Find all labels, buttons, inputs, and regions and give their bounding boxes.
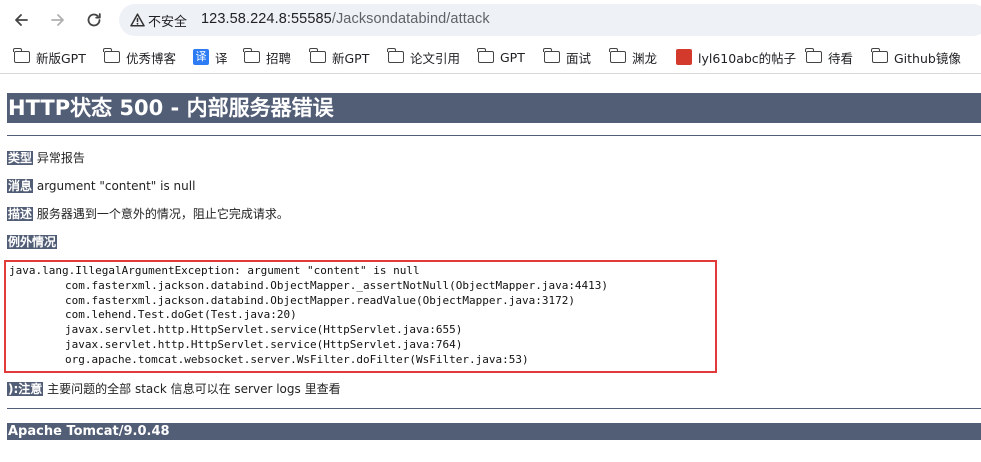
message-row: 消息 argument "content" is null	[7, 178, 195, 194]
type-value: 异常报告	[36, 151, 85, 165]
note-value: 主要问题的全部 stack 信息可以在 server logs 里查看	[47, 382, 341, 396]
stack-frame: javax.servlet.http.HttpServlet.service(H…	[65, 337, 463, 351]
bookmark-label: 译	[215, 50, 228, 66]
bookmarks-bar: 新版GPT 优秀博客 译译 招聘 新GPT 论文引用 GPT 面试 渊龙 lyl…	[0, 41, 981, 73]
stack-frame: com.fasterxml.jackson.databind.ObjectMap…	[65, 278, 609, 292]
divider	[7, 408, 981, 409]
bookmark-label: 待看	[828, 50, 854, 66]
bookmark-label: 面试	[566, 50, 592, 66]
exception-label: 例外情况	[7, 235, 58, 249]
bookmark-label: GPT	[500, 49, 525, 65]
stack-trace: java.lang.IllegalArgumentException: argu…	[9, 264, 608, 368]
bookmark-folder[interactable]: 论文引用	[387, 48, 461, 66]
bookmark-folder[interactable]: 面试	[543, 48, 592, 66]
security-label: 不安全	[148, 14, 188, 30]
bookmark-folder[interactable]: 新GPT	[309, 48, 370, 66]
folder-icon	[103, 48, 120, 63]
reload-icon	[87, 13, 101, 27]
server-version: Apache Tomcat/9.0.48	[7, 423, 981, 440]
bookmark-folder[interactable]: Github镜像	[871, 48, 961, 66]
folder-icon	[477, 48, 494, 63]
arrow-right-icon	[51, 14, 64, 26]
stack-frame: javax.servlet.http.HttpServlet.service(H…	[65, 323, 463, 337]
browser-toolbar: 不安全 123.58.224.8:55585/Jacksondatabind/a…	[0, 0, 981, 40]
bookmark-link[interactable]: 译译	[193, 48, 228, 66]
bookmark-link[interactable]: lyl610abc的帖子	[676, 48, 796, 66]
description-label: 描述	[7, 207, 34, 221]
translate-icon: 译	[193, 49, 209, 65]
type-label: 类型	[7, 151, 34, 165]
address-bar[interactable]: 不安全 123.58.224.8:55585/Jacksondatabind/a…	[119, 4, 981, 36]
forward-button[interactable]	[44, 6, 72, 34]
page-title: HTTP状态 500 - 内部服务器错误	[7, 93, 981, 123]
stack-frame: com.lehend.Test.doGet(Test.java:20)	[65, 308, 297, 322]
folder-icon	[309, 48, 326, 63]
warning-icon	[130, 13, 145, 27]
bookmark-folder[interactable]: 渊龙	[609, 48, 658, 66]
chrome-divider	[0, 73, 981, 74]
stack-frame: org.apache.tomcat.websocket.server.WsFil…	[65, 352, 529, 366]
bookmark-folder[interactable]: 新版GPT	[13, 48, 86, 66]
folder-icon	[243, 48, 260, 63]
arrow-left-icon	[15, 14, 28, 26]
message-value: argument "content" is null	[36, 179, 196, 193]
bookmark-label: lyl610abc的帖子	[698, 50, 797, 66]
bookmark-label: 优秀博客	[126, 50, 177, 66]
site-icon	[676, 49, 692, 65]
bookmark-folder[interactable]: 优秀博客	[103, 48, 177, 66]
bookmark-label: 新GPT	[332, 50, 370, 66]
back-button[interactable]	[7, 6, 35, 34]
security-chip[interactable]: 不安全	[127, 8, 191, 32]
description-value: 服务器遇到一个意外的情况，阻止它完成请求。	[36, 207, 289, 221]
url-path: /Jacksondatabind/attack	[331, 11, 490, 27]
note-label: ):注意	[7, 382, 44, 396]
divider	[7, 135, 981, 136]
description-row: 描述 服务器遇到一个意外的情况，阻止它完成请求。	[7, 206, 289, 222]
folder-icon	[543, 48, 560, 63]
bookmark-label: 新版GPT	[36, 50, 86, 66]
bookmark-label: 论文引用	[410, 50, 461, 66]
bookmark-folder[interactable]: 待看	[805, 48, 854, 66]
reload-button[interactable]	[80, 6, 108, 34]
message-label: 消息	[7, 179, 34, 193]
bookmark-folder[interactable]: GPT	[477, 48, 525, 66]
folder-icon	[13, 48, 30, 63]
url-host: 123.58.224.8:55585	[201, 11, 332, 27]
folder-icon	[871, 48, 888, 63]
stack-frame: com.fasterxml.jackson.databind.ObjectMap…	[65, 293, 575, 307]
folder-icon	[805, 48, 822, 63]
exception-row: 例外情况	[7, 234, 58, 250]
folder-icon	[609, 48, 626, 63]
bookmark-label: 招聘	[266, 50, 292, 66]
url-text[interactable]: 123.58.224.8:55585/Jacksondatabind/attac…	[201, 11, 490, 27]
bookmark-label: Github镜像	[894, 50, 961, 66]
bookmark-folder[interactable]: 招聘	[243, 48, 292, 66]
stack-trace-highlight: java.lang.IllegalArgumentException: argu…	[4, 260, 717, 373]
bookmark-label: 渊龙	[632, 50, 658, 66]
type-row: 类型 异常报告	[7, 150, 85, 166]
folder-icon	[387, 48, 404, 63]
exception-header: java.lang.IllegalArgumentException: argu…	[9, 264, 420, 277]
note-row: ):注意 主要问题的全部 stack 信息可以在 server logs 里查看	[7, 381, 341, 397]
